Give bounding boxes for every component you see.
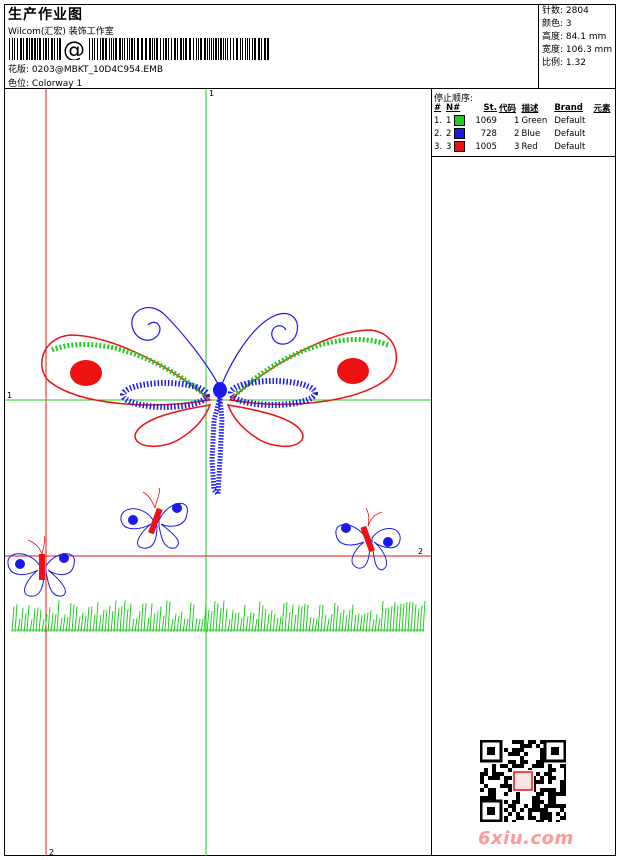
qr-code [480, 740, 566, 822]
guide-label-v2: 2 [49, 848, 54, 857]
left-lower-wing [134, 404, 212, 447]
left-upper-wing [41, 334, 212, 406]
butterfly-left [7, 535, 75, 597]
right-lower-wing [226, 404, 304, 447]
right-antenna [221, 312, 299, 385]
dragonfly-body [209, 397, 225, 500]
butterfly-middle [120, 487, 188, 549]
guide-label-h2: 2 [418, 547, 423, 556]
watermark: 6xiu.com [478, 828, 574, 849]
guide-label-h1: 1 [7, 391, 12, 400]
left-wing-spot [70, 360, 102, 386]
guide-label-v1: 1 [209, 89, 214, 98]
butterfly-right [335, 507, 401, 571]
right-wing-spot [337, 358, 369, 384]
embroidery-design: 1 1 2 2 [5, 89, 431, 857]
dragonfly-head [213, 382, 227, 398]
grass-border [11, 600, 426, 633]
qr-seal-icon [513, 771, 533, 791]
